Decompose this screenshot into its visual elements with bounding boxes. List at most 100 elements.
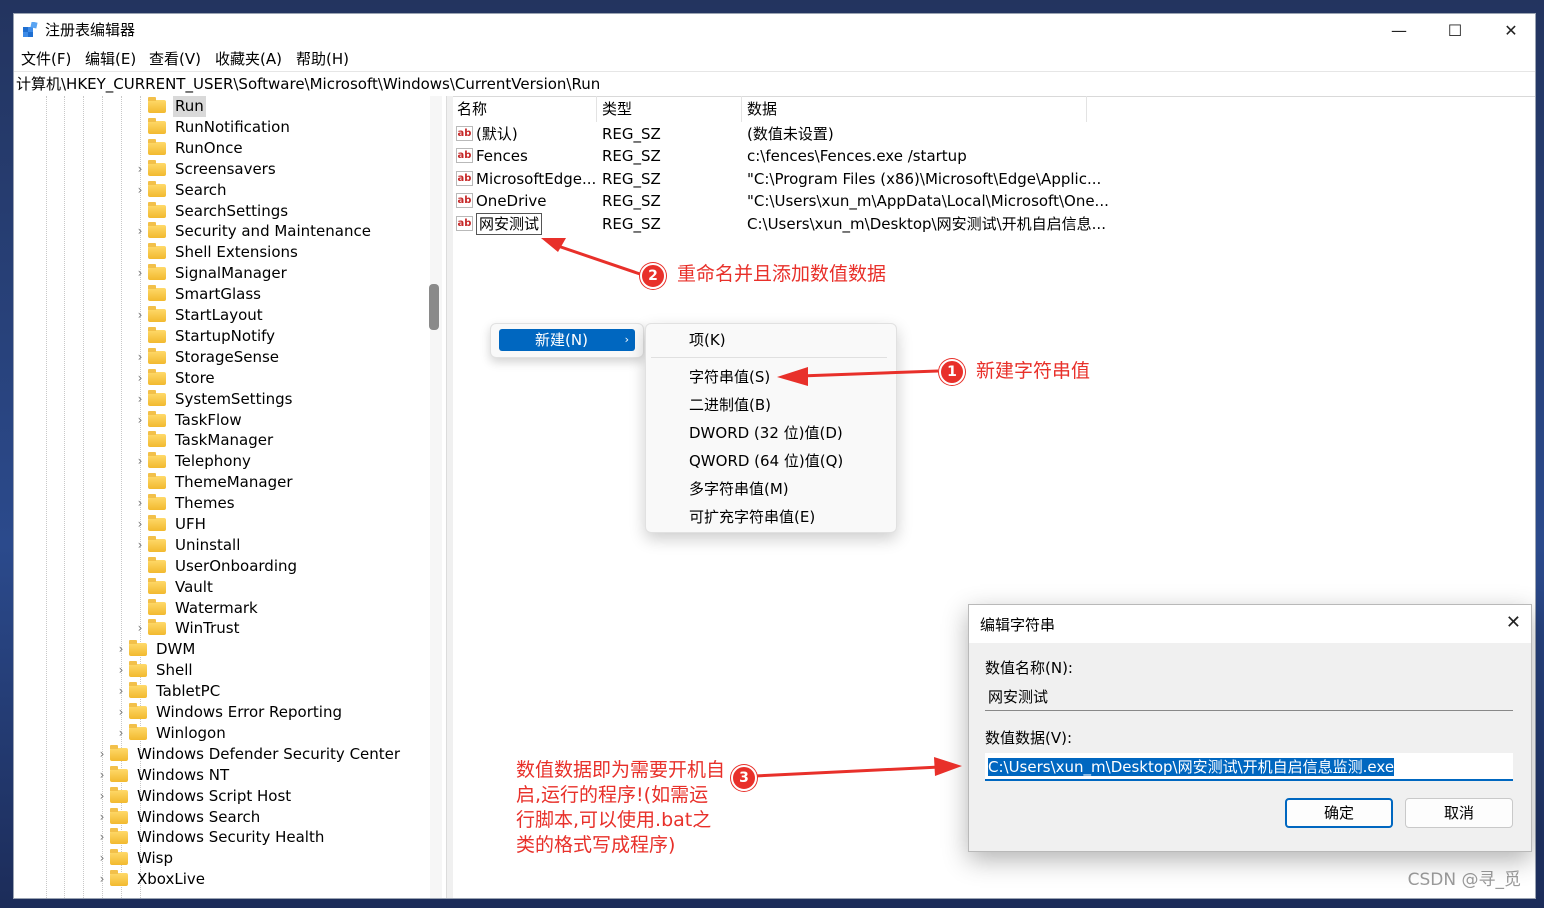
folder-icon: [148, 515, 166, 531]
tree-item-label: DWM: [156, 640, 196, 658]
tree-item-label: RunNotification: [175, 118, 290, 136]
tree-item-label: StartLayout: [175, 306, 263, 324]
chevron-right-icon[interactable]: ›: [96, 848, 108, 869]
submenu-item-dword-value[interactable]: DWORD (32 位)值(D): [689, 422, 843, 444]
string-value-icon: ab: [456, 216, 473, 231]
tree-item-label: Store: [175, 369, 215, 387]
chevron-right-icon[interactable]: ›: [134, 305, 146, 326]
value-data: "C:\Users\xun_m\AppData\Local\Microsoft\…: [747, 192, 1109, 210]
chevron-right-icon[interactable]: ›: [96, 744, 108, 765]
folder-icon: [148, 264, 166, 280]
folder-icon: [110, 766, 128, 782]
edit-string-dialog: 编辑字符串 ✕ 数值名称(N): 网安测试 数值数据(V): C:\Users\…: [968, 604, 1532, 852]
chevron-right-icon[interactable]: ›: [134, 263, 146, 284]
chevron-right-icon[interactable]: ›: [134, 389, 146, 410]
tree-item-label: StartupNotify: [175, 327, 276, 345]
value-data-field[interactable]: C:\Users\xun_m\Desktop\网安测试\开机自启信息监测.exe: [985, 753, 1513, 781]
folder-icon: [148, 494, 166, 510]
value-type: REG_SZ: [602, 125, 661, 143]
value-data: (数值未设置): [747, 125, 834, 143]
folder-icon: [148, 202, 166, 218]
chevron-right-icon[interactable]: ›: [134, 347, 146, 368]
chevron-right-icon[interactable]: ›: [134, 618, 146, 639]
chevron-right-icon[interactable]: ›: [134, 180, 146, 201]
csdn-watermark: CSDN @寻_觅: [1407, 870, 1521, 890]
address-bar[interactable]: 计算机\HKEY_CURRENT_USER\Software\Microsoft…: [14, 71, 1535, 97]
cancel-button[interactable]: 取消: [1405, 798, 1513, 828]
key-tree: Run RunNotification RunOnce › Screensavers › S…: [14, 96, 446, 898]
minimize-button[interactable]: —: [1371, 14, 1427, 46]
value-row[interactable]: ab (默认) REG_SZ (数值未设置): [452, 123, 1535, 145]
tree-item-label: ThemeManager: [175, 473, 293, 491]
menu-edit[interactable]: 编辑(E): [85, 49, 136, 69]
chevron-right-icon[interactable]: ›: [134, 514, 146, 535]
tree-item-label: RunOnce: [175, 139, 243, 157]
chevron-right-icon[interactable]: ›: [115, 702, 127, 723]
folder-icon: [148, 327, 166, 343]
chevron-right-icon[interactable]: ›: [96, 786, 108, 807]
tree-scrollbar[interactable]: [430, 96, 442, 898]
submenu-item-expandable-string-value[interactable]: 可扩充字符串值(E): [689, 506, 815, 528]
folder-icon: [129, 724, 147, 740]
chevron-right-icon[interactable]: ›: [134, 410, 146, 431]
step2-note: 重命名并且添加数值数据: [677, 263, 887, 285]
submenu-item-key[interactable]: 项(K): [689, 329, 726, 351]
folder-icon: [148, 599, 166, 615]
tree-item-label: Telephony: [175, 452, 251, 470]
folder-icon: [110, 849, 128, 865]
tree-item-label: Winlogon: [156, 724, 226, 742]
menu-item-new[interactable]: 新建(N) ›: [499, 329, 635, 351]
column-header-name[interactable]: 名称: [457, 99, 487, 119]
chevron-right-icon[interactable]: ›: [134, 368, 146, 389]
chevron-right-icon[interactable]: ›: [96, 807, 108, 828]
chevron-right-icon[interactable]: ›: [134, 221, 146, 242]
dialog-close-icon[interactable]: ✕: [1506, 613, 1521, 633]
folder-icon: [148, 473, 166, 489]
chevron-right-icon[interactable]: ›: [134, 535, 146, 556]
menu-favorites[interactable]: 收藏夹(A): [215, 49, 282, 69]
chevron-right-icon[interactable]: ›: [134, 451, 146, 472]
tree-scrollbar-thumb[interactable]: [429, 284, 439, 330]
folder-icon: [110, 808, 128, 824]
chevron-right-icon[interactable]: ›: [96, 869, 108, 890]
window-title: 注册表编辑器: [45, 21, 136, 39]
chevron-right-icon[interactable]: ›: [115, 660, 127, 681]
column-header-type[interactable]: 类型: [602, 99, 632, 119]
address-path[interactable]: 计算机\HKEY_CURRENT_USER\Software\Microsoft…: [16, 74, 600, 94]
menu-help[interactable]: 帮助(H): [296, 49, 349, 69]
value-row[interactable]: ab OneDrive REG_SZ "C:\Users\xun_m\AppDa…: [452, 190, 1535, 212]
chevron-right-icon[interactable]: ›: [134, 493, 146, 514]
folder-icon: [148, 369, 166, 385]
tree-item-label: TaskFlow: [175, 411, 242, 429]
submenu-item-string-value[interactable]: 字符串值(S): [689, 366, 770, 388]
tree-item-label: Windows NT: [137, 766, 230, 784]
string-value-icon: ab: [456, 171, 473, 186]
folder-icon: [148, 160, 166, 176]
chevron-right-icon[interactable]: ›: [115, 681, 127, 702]
value-row[interactable]: ab MicrosoftEdge... REG_SZ "C:\Program F…: [452, 168, 1535, 190]
folder-icon: [129, 661, 147, 677]
chevron-right-icon[interactable]: ›: [96, 765, 108, 786]
submenu-item-qword-value[interactable]: QWORD (64 位)值(Q): [689, 450, 843, 472]
menu-view[interactable]: 查看(V): [149, 49, 201, 69]
close-button[interactable]: ✕: [1483, 14, 1535, 46]
chevron-right-icon[interactable]: ›: [115, 639, 127, 660]
chevron-right-icon[interactable]: ›: [96, 827, 108, 848]
value-name-rename-box[interactable]: 网安测试: [476, 213, 543, 235]
tree-item-label: SystemSettings: [175, 390, 293, 408]
submenu-item-multi-string-value[interactable]: 多字符串值(M): [689, 478, 789, 500]
column-header-data[interactable]: 数据: [747, 99, 777, 119]
value-row-renaming[interactable]: ab 网安测试 REG_SZ C:\Users\xun_m\Desktop\网安…: [452, 213, 1535, 235]
folder-icon: [148, 536, 166, 552]
value-data: c:\fences\Fences.exe /startup: [747, 147, 967, 165]
tree-item-label: Shell: [156, 661, 193, 679]
tree-item-label: Uninstall: [175, 536, 241, 554]
maximize-button[interactable]: ☐: [1427, 14, 1483, 46]
chevron-right-icon[interactable]: ›: [115, 723, 127, 744]
submenu-item-binary-value[interactable]: 二进制值(B): [689, 394, 771, 416]
menu-file[interactable]: 文件(F): [21, 49, 71, 69]
ok-button[interactable]: 确定: [1285, 798, 1393, 828]
folder-icon: [148, 619, 166, 635]
value-row[interactable]: ab Fences REG_SZ c:\fences\Fences.exe /s…: [452, 145, 1535, 167]
chevron-right-icon[interactable]: ›: [134, 159, 146, 180]
